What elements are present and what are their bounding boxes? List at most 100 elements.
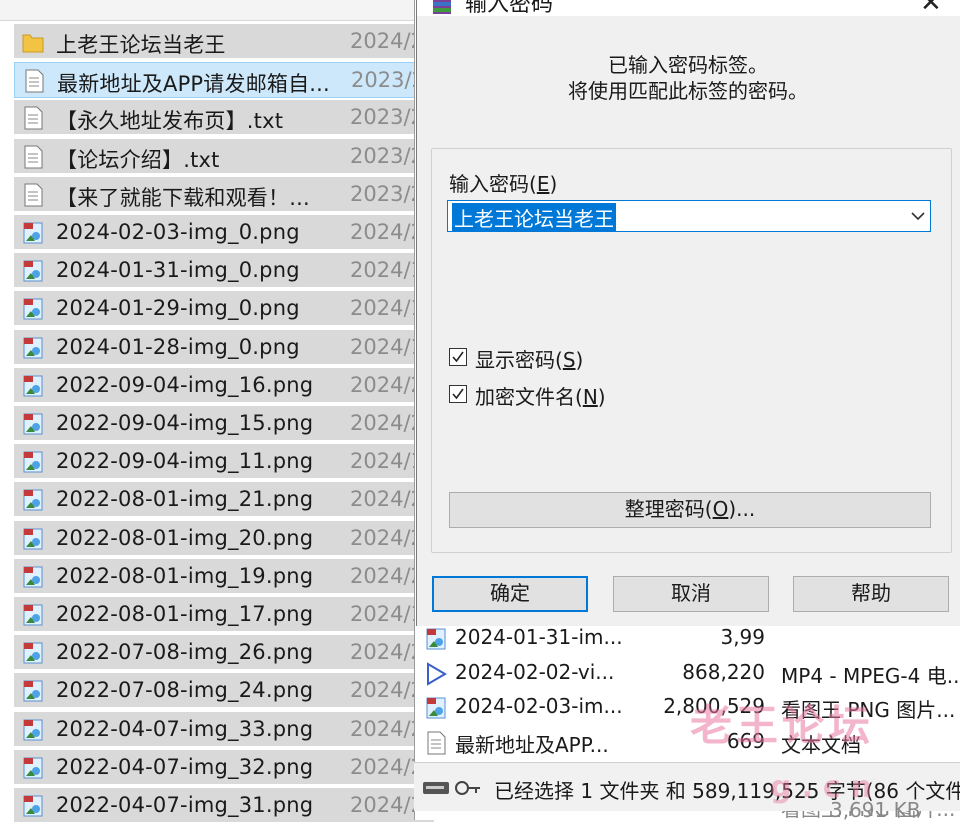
file-row[interactable]: 最新地址及APP请发邮箱自... 2023/2 xyxy=(14,62,434,99)
file-date: 2024/2 xyxy=(350,563,424,588)
file-row[interactable]: 2022-09-04-img_15.png 2024/2 xyxy=(14,406,434,442)
file-row[interactable]: 【永久地址发布页】.txt 2023/2 xyxy=(14,100,434,137)
file-row[interactable]: 2022-08-01-img_19.png 2024/2 xyxy=(14,558,434,595)
png-file-icon xyxy=(22,221,44,245)
watermark-url: g.cn xyxy=(770,770,883,805)
archive-row[interactable]: 2024-02-03-im... 2,800,529 看图王 PNG 图片... xyxy=(415,691,960,725)
archive-file-name: 最新地址及APP... xyxy=(455,732,609,757)
cancel-button[interactable]: 取消 xyxy=(613,576,769,612)
file-row[interactable]: 2022-04-07-img_33.png 2024/2 xyxy=(14,711,434,748)
file-name: 最新地址及APP请发邮箱自... xyxy=(57,72,330,97)
password-combobox[interactable]: 上老王论坛当老王 xyxy=(447,200,931,232)
png-file-icon xyxy=(22,756,44,780)
file-row[interactable]: 2022-04-07-img_31.png2024/2/4 4:55 xyxy=(14,788,498,824)
file-row[interactable]: 2022-08-01-img_21.png 2024/2 xyxy=(14,482,434,519)
png-file-icon xyxy=(425,696,447,720)
watermark: 老王论坛 xyxy=(690,701,875,750)
file-row[interactable]: 2022-04-07-img_32.png 2024/2 xyxy=(14,749,434,786)
file-name: 2022-08-01-img_19.png xyxy=(56,563,314,588)
file-name: 2024-01-28-img_0.png xyxy=(56,334,300,359)
archive-file-name: 2024-02-03-im... xyxy=(455,694,623,718)
file-name: 2022-09-04-img_16.png xyxy=(56,372,314,397)
file-date: 2023/2 xyxy=(350,105,424,130)
dialog-message: 已输入密码标签。 将使用匹配此标签的密码。 xyxy=(487,52,889,104)
show-password-checkbox[interactable]: 显示密码(S) xyxy=(449,346,649,372)
archive-row[interactable]: 2024-02-02-vi... 868,220 MP4 - MPEG-4 电... xyxy=(415,657,960,691)
file-date: 2024/1 xyxy=(350,258,424,283)
file-row[interactable]: 2022-08-01-img_17.png 2024/1 xyxy=(14,597,434,633)
file-row[interactable]: 2022-07-08-img_24.png 2024/2 xyxy=(14,673,434,710)
file-date: 2024/1 xyxy=(350,449,424,474)
checkbox-icon[interactable] xyxy=(449,348,467,366)
png-file-icon xyxy=(22,679,44,703)
text-file-icon xyxy=(22,183,44,207)
archive-file-size: 868,220 xyxy=(682,659,765,684)
close-icon[interactable]: ✕ xyxy=(920,0,942,16)
archive-file-name: 2024-02-02-vi... xyxy=(455,659,615,684)
file-name: 2022-07-08-img_24.png xyxy=(56,678,314,703)
png-file-icon xyxy=(22,603,44,627)
checkbox-icon[interactable] xyxy=(449,385,467,403)
file-row[interactable]: 2024-01-29-img_0.png 2024/1 xyxy=(14,291,434,328)
file-name: 2022-08-01-img_21.png xyxy=(56,487,314,512)
organize-passwords-button[interactable]: 整理密码(O)... xyxy=(449,492,931,528)
file-name: 2022-08-01-img_17.png xyxy=(56,602,314,626)
dialog-message-line1: 已输入密码标签。 xyxy=(608,53,768,77)
show-password-label: 显示密码(S) xyxy=(475,348,584,372)
file-name: 2022-04-07-img_33.png xyxy=(56,716,314,741)
password-dialog: 输入密码 ✕ 已输入密码标签。 将使用匹配此标签的密码。 输入密码(E) 上老王… xyxy=(416,0,960,626)
file-row[interactable]: 2024-01-31-img_0.png 2024/1 xyxy=(14,253,434,290)
archive-row[interactable]: 最新地址及APP... 669 文本文档 xyxy=(415,726,960,760)
ok-button[interactable]: 确定 xyxy=(432,576,588,612)
file-name: 2022-04-07-img_31.png xyxy=(56,793,314,817)
password-value[interactable]: 上老王论坛当老王 xyxy=(452,203,616,232)
winrar-icon xyxy=(433,0,451,14)
file-name: 【来了就能下载和观看！... xyxy=(56,185,310,210)
file-row[interactable]: 2024-02-03-img_0.png 2024/2 xyxy=(14,215,434,251)
file-row[interactable]: 【来了就能下载和观看！... 2023/2 xyxy=(14,176,434,213)
file-name: 上老王论坛当老王 xyxy=(56,33,226,57)
png-file-icon xyxy=(22,412,44,436)
text-file-icon xyxy=(22,145,44,169)
archive-file-name: 2024-01-31-im... xyxy=(455,625,623,649)
file-row[interactable]: 2022-07-08-img_26.png 2024/2 xyxy=(14,635,434,672)
file-date: 2024/1 xyxy=(350,602,424,626)
file-name: 2024-01-31-img_0.png xyxy=(56,258,300,283)
text-file-icon xyxy=(425,731,447,755)
png-file-icon xyxy=(22,259,44,283)
file-name: 2024-02-03-img_0.png xyxy=(56,220,300,244)
encrypt-filenames-checkbox[interactable]: 加密文件名(N) xyxy=(449,383,649,409)
png-file-icon xyxy=(425,627,447,651)
png-file-icon xyxy=(22,374,44,398)
dialog-title: 输入密码 xyxy=(465,0,554,16)
file-name: 2022-08-01-img_20.png xyxy=(56,525,314,550)
file-name: 【论坛介绍】.txt xyxy=(56,147,220,172)
file-row[interactable]: 2022-09-04-img_16.png 2024/2 xyxy=(14,367,434,404)
file-name: 2022-09-04-img_11.png xyxy=(56,449,314,474)
png-file-icon xyxy=(22,641,44,665)
file-date: 2024/2 xyxy=(350,640,424,665)
file-date: 2024/2 xyxy=(350,487,424,512)
encrypt-filenames-label: 加密文件名(N) xyxy=(475,385,606,409)
archive-row[interactable]: 2024-01-31-im... 3,99 xyxy=(415,622,960,656)
file-row[interactable]: 【论坛介绍】.txt 2023/2 xyxy=(14,138,434,175)
file-name: 【永久地址发布页】.txt xyxy=(56,109,284,134)
file-row[interactable]: 上老王论坛当老王 2024/2 xyxy=(14,24,434,60)
file-date: 2023/2 xyxy=(350,143,424,168)
file-name: 2022-04-07-img_32.png xyxy=(56,754,314,779)
file-date: 2024/2 xyxy=(350,29,424,53)
file-date: 2024/2 xyxy=(350,678,424,703)
file-row[interactable]: 2022-09-04-img_11.png 2024/1 xyxy=(14,444,434,481)
file-date: 2024/2 xyxy=(350,220,424,244)
png-file-icon xyxy=(22,450,44,474)
dialog-titlebar: 输入密码 ✕ xyxy=(417,0,960,16)
file-row[interactable]: 2022-08-01-img_20.png 2024/2 xyxy=(14,520,434,557)
chevron-down-icon[interactable] xyxy=(908,205,928,227)
png-file-icon xyxy=(22,336,44,360)
help-button[interactable]: 帮助 xyxy=(793,576,949,612)
file-date: 2023/2 xyxy=(350,181,424,206)
file-row[interactable]: 2024-01-28-img_0.png 2024/1 xyxy=(14,329,434,366)
text-file-icon xyxy=(22,106,44,130)
file-date: 2024/2 xyxy=(350,754,424,779)
file-date: 2024/2 xyxy=(350,372,424,397)
